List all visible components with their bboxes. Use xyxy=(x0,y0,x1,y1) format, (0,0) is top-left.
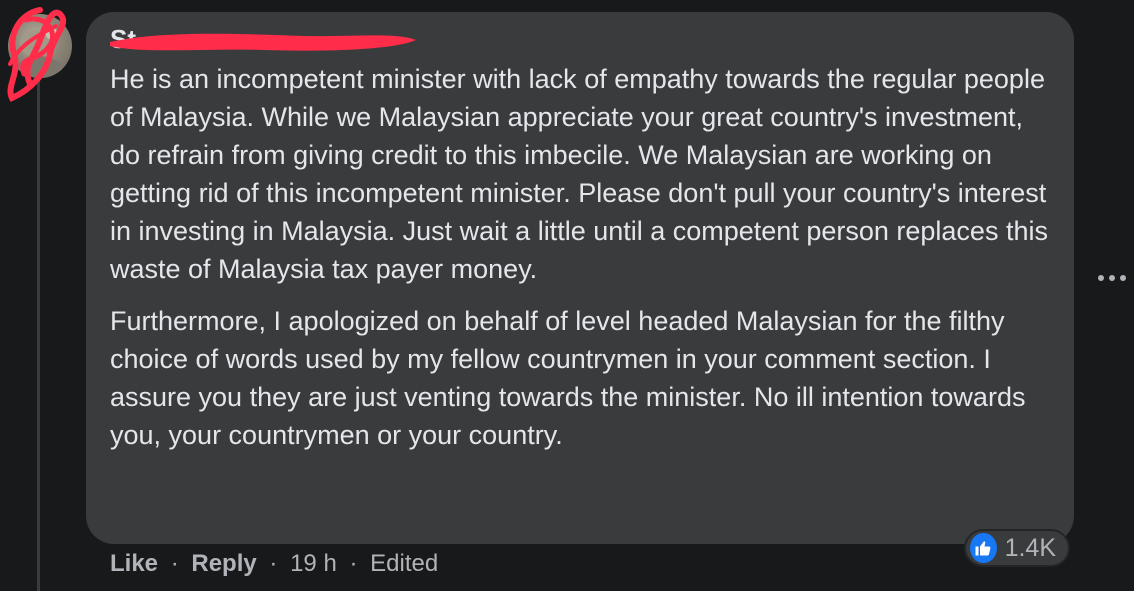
edited-label[interactable]: Edited xyxy=(370,550,438,577)
comment-paragraph: Furthermore, I apologized on behalf of l… xyxy=(110,306,1026,450)
comment-body: He is an incompetent minister with lack … xyxy=(110,60,1060,454)
separator-dot: · xyxy=(349,550,358,577)
thumbs-up-icon xyxy=(970,533,997,563)
separator-dot: · xyxy=(170,550,179,577)
avatar[interactable] xyxy=(8,14,72,78)
reaction-count: 1.4K xyxy=(1004,533,1056,562)
reply-button[interactable]: Reply xyxy=(191,550,256,577)
more-options-button[interactable] xyxy=(1094,264,1130,292)
comment-thread: St He is an incompetent minister with la… xyxy=(0,0,1134,591)
separator-dot: · xyxy=(269,550,278,577)
like-button[interactable]: Like xyxy=(110,550,158,577)
comment-actions-bar: Like · Reply · 19 h · Edited xyxy=(110,548,438,580)
comment-paragraph: He is an incompetent minister with lack … xyxy=(110,64,1048,284)
avatar-photo xyxy=(18,28,62,78)
reaction-summary[interactable]: 1.4K xyxy=(964,529,1070,567)
more-options-icon xyxy=(1098,275,1126,281)
thread-connector-line xyxy=(37,78,40,591)
comment-author-name[interactable]: St xyxy=(110,22,136,56)
timestamp-link[interactable]: 19 h xyxy=(290,550,337,577)
